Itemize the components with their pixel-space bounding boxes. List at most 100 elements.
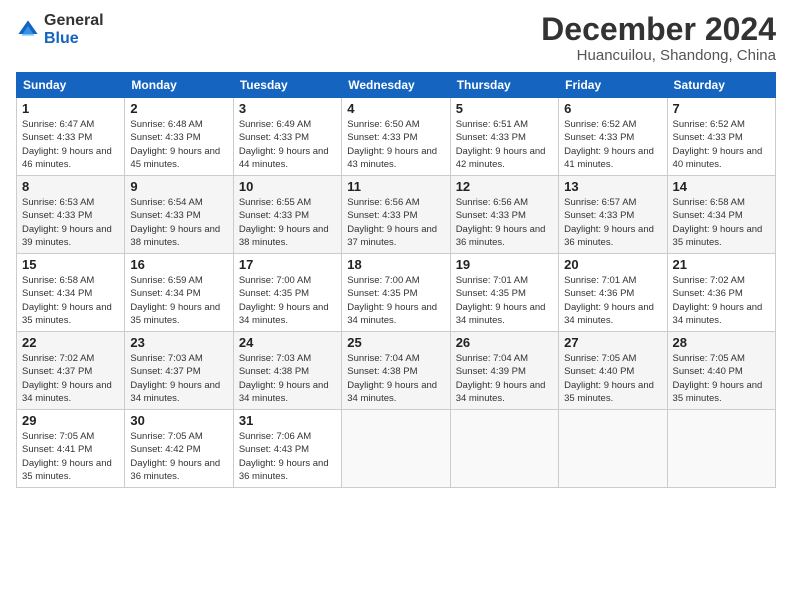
day-detail: Sunrise: 7:03 AMSunset: 4:38 PMDaylight:… bbox=[239, 353, 329, 404]
calendar-cell: 24 Sunrise: 7:03 AMSunset: 4:38 PMDaylig… bbox=[233, 332, 341, 410]
calendar-cell bbox=[342, 410, 450, 488]
header-tuesday: Tuesday bbox=[233, 73, 341, 98]
day-detail: Sunrise: 7:04 AMSunset: 4:39 PMDaylight:… bbox=[456, 353, 546, 404]
calendar-cell: 5 Sunrise: 6:51 AMSunset: 4:33 PMDayligh… bbox=[450, 98, 558, 176]
day-detail: Sunrise: 6:51 AMSunset: 4:33 PMDaylight:… bbox=[456, 119, 546, 170]
day-detail: Sunrise: 6:54 AMSunset: 4:33 PMDaylight:… bbox=[130, 197, 220, 248]
header-thursday: Thursday bbox=[450, 73, 558, 98]
day-detail: Sunrise: 6:58 AMSunset: 4:34 PMDaylight:… bbox=[22, 275, 112, 326]
calendar-cell: 31 Sunrise: 7:06 AMSunset: 4:43 PMDaylig… bbox=[233, 410, 341, 488]
subtitle: Huancuilou, Shandong, China bbox=[541, 47, 776, 64]
day-number: 27 bbox=[564, 335, 661, 350]
header-friday: Friday bbox=[559, 73, 667, 98]
calendar-week-2: 8 Sunrise: 6:53 AMSunset: 4:33 PMDayligh… bbox=[17, 176, 776, 254]
day-number: 30 bbox=[130, 413, 227, 428]
day-detail: Sunrise: 7:00 AMSunset: 4:35 PMDaylight:… bbox=[239, 275, 329, 326]
calendar-week-5: 29 Sunrise: 7:05 AMSunset: 4:41 PMDaylig… bbox=[17, 410, 776, 488]
day-number: 3 bbox=[239, 101, 336, 116]
logo-text: General Blue bbox=[44, 12, 104, 48]
calendar-cell: 20 Sunrise: 7:01 AMSunset: 4:36 PMDaylig… bbox=[559, 254, 667, 332]
logo: General Blue bbox=[16, 12, 104, 48]
main-title: December 2024 bbox=[541, 12, 776, 47]
day-detail: Sunrise: 6:52 AMSunset: 4:33 PMDaylight:… bbox=[564, 119, 654, 170]
day-detail: Sunrise: 6:47 AMSunset: 4:33 PMDaylight:… bbox=[22, 119, 112, 170]
day-number: 2 bbox=[130, 101, 227, 116]
header: General Blue December 2024 Huancuilou, S… bbox=[16, 12, 776, 64]
day-detail: Sunrise: 6:59 AMSunset: 4:34 PMDaylight:… bbox=[130, 275, 220, 326]
page-container: General Blue December 2024 Huancuilou, S… bbox=[0, 0, 792, 496]
day-number: 8 bbox=[22, 179, 119, 194]
calendar-cell: 3 Sunrise: 6:49 AMSunset: 4:33 PMDayligh… bbox=[233, 98, 341, 176]
calendar: Sunday Monday Tuesday Wednesday Thursday… bbox=[16, 72, 776, 488]
day-number: 16 bbox=[130, 257, 227, 272]
day-number: 28 bbox=[673, 335, 770, 350]
calendar-cell: 29 Sunrise: 7:05 AMSunset: 4:41 PMDaylig… bbox=[17, 410, 125, 488]
calendar-cell: 7 Sunrise: 6:52 AMSunset: 4:33 PMDayligh… bbox=[667, 98, 775, 176]
calendar-cell: 11 Sunrise: 6:56 AMSunset: 4:33 PMDaylig… bbox=[342, 176, 450, 254]
day-number: 31 bbox=[239, 413, 336, 428]
calendar-cell: 28 Sunrise: 7:05 AMSunset: 4:40 PMDaylig… bbox=[667, 332, 775, 410]
day-number: 26 bbox=[456, 335, 553, 350]
day-number: 6 bbox=[564, 101, 661, 116]
day-number: 17 bbox=[239, 257, 336, 272]
header-saturday: Saturday bbox=[667, 73, 775, 98]
day-detail: Sunrise: 7:05 AMSunset: 4:40 PMDaylight:… bbox=[564, 353, 654, 404]
calendar-cell: 27 Sunrise: 7:05 AMSunset: 4:40 PMDaylig… bbox=[559, 332, 667, 410]
calendar-cell bbox=[667, 410, 775, 488]
day-detail: Sunrise: 6:49 AMSunset: 4:33 PMDaylight:… bbox=[239, 119, 329, 170]
calendar-cell: 26 Sunrise: 7:04 AMSunset: 4:39 PMDaylig… bbox=[450, 332, 558, 410]
day-detail: Sunrise: 6:52 AMSunset: 4:33 PMDaylight:… bbox=[673, 119, 763, 170]
calendar-cell: 9 Sunrise: 6:54 AMSunset: 4:33 PMDayligh… bbox=[125, 176, 233, 254]
header-sunday: Sunday bbox=[17, 73, 125, 98]
day-detail: Sunrise: 6:56 AMSunset: 4:33 PMDaylight:… bbox=[456, 197, 546, 248]
day-detail: Sunrise: 7:01 AMSunset: 4:36 PMDaylight:… bbox=[564, 275, 654, 326]
logo-general: General bbox=[44, 12, 104, 29]
day-number: 5 bbox=[456, 101, 553, 116]
logo-icon bbox=[16, 18, 40, 42]
day-number: 15 bbox=[22, 257, 119, 272]
day-number: 19 bbox=[456, 257, 553, 272]
day-detail: Sunrise: 7:02 AMSunset: 4:36 PMDaylight:… bbox=[673, 275, 763, 326]
calendar-week-1: 1 Sunrise: 6:47 AMSunset: 4:33 PMDayligh… bbox=[17, 98, 776, 176]
calendar-week-4: 22 Sunrise: 7:02 AMSunset: 4:37 PMDaylig… bbox=[17, 332, 776, 410]
day-detail: Sunrise: 7:05 AMSunset: 4:41 PMDaylight:… bbox=[22, 431, 112, 482]
calendar-cell bbox=[450, 410, 558, 488]
title-area: December 2024 Huancuilou, Shandong, Chin… bbox=[541, 12, 776, 64]
day-detail: Sunrise: 7:04 AMSunset: 4:38 PMDaylight:… bbox=[347, 353, 437, 404]
day-number: 22 bbox=[22, 335, 119, 350]
day-detail: Sunrise: 7:00 AMSunset: 4:35 PMDaylight:… bbox=[347, 275, 437, 326]
day-number: 23 bbox=[130, 335, 227, 350]
day-detail: Sunrise: 7:05 AMSunset: 4:40 PMDaylight:… bbox=[673, 353, 763, 404]
day-detail: Sunrise: 7:01 AMSunset: 4:35 PMDaylight:… bbox=[456, 275, 546, 326]
day-detail: Sunrise: 6:57 AMSunset: 4:33 PMDaylight:… bbox=[564, 197, 654, 248]
day-number: 25 bbox=[347, 335, 444, 350]
calendar-cell: 14 Sunrise: 6:58 AMSunset: 4:34 PMDaylig… bbox=[667, 176, 775, 254]
day-number: 13 bbox=[564, 179, 661, 194]
calendar-cell: 1 Sunrise: 6:47 AMSunset: 4:33 PMDayligh… bbox=[17, 98, 125, 176]
day-number: 11 bbox=[347, 179, 444, 194]
day-detail: Sunrise: 7:02 AMSunset: 4:37 PMDaylight:… bbox=[22, 353, 112, 404]
day-number: 14 bbox=[673, 179, 770, 194]
day-detail: Sunrise: 6:56 AMSunset: 4:33 PMDaylight:… bbox=[347, 197, 437, 248]
header-wednesday: Wednesday bbox=[342, 73, 450, 98]
calendar-cell: 25 Sunrise: 7:04 AMSunset: 4:38 PMDaylig… bbox=[342, 332, 450, 410]
day-number: 12 bbox=[456, 179, 553, 194]
day-number: 21 bbox=[673, 257, 770, 272]
day-number: 9 bbox=[130, 179, 227, 194]
day-detail: Sunrise: 6:53 AMSunset: 4:33 PMDaylight:… bbox=[22, 197, 112, 248]
calendar-cell: 13 Sunrise: 6:57 AMSunset: 4:33 PMDaylig… bbox=[559, 176, 667, 254]
day-number: 4 bbox=[347, 101, 444, 116]
day-number: 24 bbox=[239, 335, 336, 350]
day-detail: Sunrise: 6:55 AMSunset: 4:33 PMDaylight:… bbox=[239, 197, 329, 248]
calendar-cell: 2 Sunrise: 6:48 AMSunset: 4:33 PMDayligh… bbox=[125, 98, 233, 176]
day-number: 7 bbox=[673, 101, 770, 116]
day-number: 18 bbox=[347, 257, 444, 272]
day-number: 1 bbox=[22, 101, 119, 116]
calendar-cell: 4 Sunrise: 6:50 AMSunset: 4:33 PMDayligh… bbox=[342, 98, 450, 176]
calendar-cell: 30 Sunrise: 7:05 AMSunset: 4:42 PMDaylig… bbox=[125, 410, 233, 488]
day-detail: Sunrise: 7:05 AMSunset: 4:42 PMDaylight:… bbox=[130, 431, 220, 482]
logo-blue: Blue bbox=[44, 30, 79, 47]
day-detail: Sunrise: 7:03 AMSunset: 4:37 PMDaylight:… bbox=[130, 353, 220, 404]
calendar-cell: 6 Sunrise: 6:52 AMSunset: 4:33 PMDayligh… bbox=[559, 98, 667, 176]
day-detail: Sunrise: 7:06 AMSunset: 4:43 PMDaylight:… bbox=[239, 431, 329, 482]
